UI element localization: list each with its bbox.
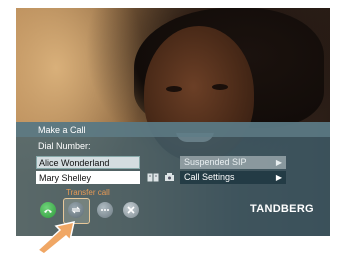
panel-title: Make a Call [38,125,86,135]
phonebook-icon[interactable] [147,173,159,182]
submenu-arrow-icon: ▶ [275,158,282,167]
submenu-arrow-icon: ▶ [275,173,282,182]
keypad-button[interactable] [97,202,113,218]
directory-icon[interactable] [164,172,175,182]
pointer-arrow-icon [36,221,75,254]
tandberg-logo: TANDBERG [250,203,314,215]
menu-item-label: Suspended SIP [184,157,247,167]
call-icon [44,209,52,213]
video-person-eye [166,86,182,92]
dial-entry-1[interactable]: Alice Wonderland [36,156,140,169]
call-button[interactable] [40,202,56,218]
keypad-icon [101,209,109,211]
tooltip-transfer-call: Transfer call [66,188,110,197]
menu-item-suspended-sip[interactable]: Suspended SIP ▶ [180,156,286,169]
dial-entry-2[interactable]: Mary Shelley [36,171,140,184]
transfer-call-button[interactable] [67,202,84,218]
settings-button[interactable] [123,202,139,218]
dial-number-label: Dial Number: [38,141,91,151]
video-screen: Make a Call Dial Number: Alice Wonderlan… [16,8,330,236]
menu-item-label: Call Settings [184,172,235,182]
transfer-call-icon [71,206,80,214]
menu-item-call-settings[interactable]: Call Settings ▶ [180,171,286,184]
settings-icon [127,206,135,214]
video-person-eye [212,84,228,90]
